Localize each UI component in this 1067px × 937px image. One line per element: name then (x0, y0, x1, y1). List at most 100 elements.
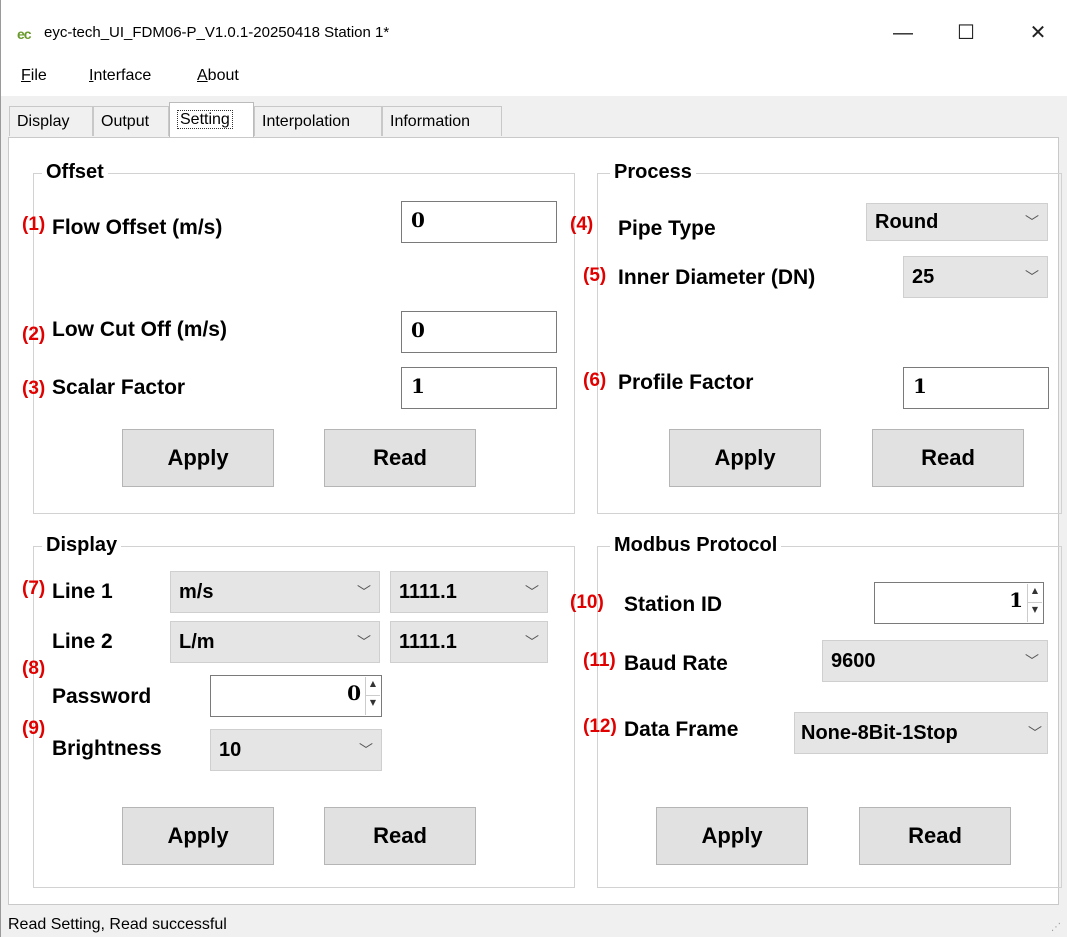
annotation-12: (12) (583, 716, 617, 737)
spin-down-icon[interactable]: ▼ (1028, 603, 1042, 622)
baud-rate-select[interactable]: 9600 ﹀ (822, 640, 1048, 682)
menu-file-label: ile (30, 67, 47, 84)
line1-label: Line 1 (52, 580, 113, 603)
display-read-button[interactable]: Read (324, 807, 476, 865)
password-spinbox[interactable]: 0 ▲ ▼ (210, 675, 382, 717)
pipe-type-label: Pipe Type (618, 217, 716, 240)
annotation-7: (7) (22, 578, 46, 599)
annotation-6: (6) (583, 370, 607, 391)
tab-interpolation[interactable]: Interpolation (254, 106, 382, 136)
menu-file-mnemonic: F (21, 67, 31, 84)
line2-format-value: 1111.1 (399, 631, 457, 653)
annotation-2: (2) (22, 324, 46, 345)
flow-offset-input[interactable]: 0 (401, 201, 557, 243)
line2-label: Line 2 (52, 630, 113, 653)
profile-factor-label: Profile Factor (618, 371, 754, 394)
menu-interface[interactable]: Interface (89, 67, 151, 85)
station-id-spinbox[interactable]: 1 ▲ ▼ (874, 582, 1044, 624)
tab-setting[interactable]: Setting (169, 102, 254, 138)
annotation-5: (5) (583, 265, 607, 286)
chevron-down-icon: ﹀ (525, 634, 539, 650)
annotation-9: (9) (22, 718, 46, 739)
brightness-select[interactable]: 10 ﹀ (210, 729, 382, 771)
status-text: Read Setting, Read successful (8, 916, 227, 933)
flow-offset-label: Flow Offset (m/s) (52, 216, 223, 239)
scalar-factor-label: Scalar Factor (52, 376, 186, 399)
spin-arrows-icon[interactable]: ▲ ▼ (1027, 584, 1042, 622)
scalar-factor-input[interactable]: 1 (401, 367, 557, 409)
menu-interface-label: nterface (93, 67, 152, 84)
resize-grip-icon[interactable]: ⋰ (1051, 922, 1061, 933)
station-id-value: 1 (1009, 588, 1023, 612)
process-read-button[interactable]: Read (872, 429, 1024, 487)
brightness-value: 10 (219, 739, 242, 761)
baud-rate-value: 9600 (831, 650, 876, 672)
password-value: 0 (347, 681, 361, 705)
station-id-label: Station ID (624, 593, 722, 616)
line2-unit-select[interactable]: L/m ﹀ (170, 621, 380, 663)
tab-display[interactable]: Display (9, 106, 93, 136)
chevron-down-icon: ﹀ (1026, 713, 1042, 753)
annotation-1: (1) (22, 214, 46, 235)
modbus-apply-button[interactable]: Apply (656, 807, 808, 865)
menu-file[interactable]: File (21, 67, 47, 85)
display-apply-button[interactable]: Apply (122, 807, 274, 865)
chevron-down-icon: ﹀ (1025, 653, 1039, 669)
pipe-type-value: Round (875, 211, 939, 233)
data-frame-select[interactable]: None-8Bit-1Stop ﹀ (794, 712, 1048, 754)
chevron-down-icon: ﹀ (357, 634, 371, 650)
maximize-icon[interactable]: ☐ (946, 16, 986, 50)
close-icon[interactable]: ✕ (1018, 16, 1058, 50)
low-cut-off-input[interactable]: 0 (401, 311, 557, 353)
annotation-11: (11) (583, 650, 616, 671)
offset-group-title: Offset (42, 161, 108, 184)
spin-up-icon[interactable]: ▲ (366, 677, 380, 696)
profile-factor-input[interactable]: 1 (903, 367, 1049, 409)
menu-bar (0, 60, 1067, 96)
chevron-down-icon: ﹀ (1025, 214, 1039, 230)
window-border (0, 0, 1, 937)
modbus-group-title: Modbus Protocol (610, 534, 782, 557)
tab-output[interactable]: Output (93, 106, 169, 136)
line2-unit-value: L/m (179, 631, 215, 653)
line1-format-select[interactable]: 1111.1 ﹀ (390, 571, 548, 613)
minimize-icon[interactable]: — (883, 16, 923, 50)
spin-up-icon[interactable]: ▲ (1028, 584, 1042, 603)
chevron-down-icon: ﹀ (1025, 269, 1039, 285)
window-title: eyc-tech_UI_FDM06-P_V1.0.1-20250418 Stat… (44, 24, 390, 41)
data-frame-value: None-8Bit-1Stop (801, 722, 958, 744)
line1-format-value: 1111.1 (399, 581, 457, 603)
data-frame-label: Data Frame (624, 718, 739, 741)
spin-arrows-icon[interactable]: ▲ ▼ (365, 677, 380, 715)
line1-unit-select[interactable]: m/s ﹀ (170, 571, 380, 613)
inner-diameter-select[interactable]: 25 ﹀ (903, 256, 1048, 298)
inner-diameter-value: 25 (912, 266, 935, 288)
annotation-4: (4) (570, 214, 594, 235)
baud-rate-label: Baud Rate (624, 652, 728, 675)
chevron-down-icon: ﹀ (525, 584, 539, 600)
tab-setting-label: Setting (177, 110, 233, 129)
menu-about-mnemonic: A (197, 67, 208, 84)
line2-format-select[interactable]: 1111.1 ﹀ (390, 621, 548, 663)
password-label: Password (52, 685, 152, 708)
annotation-3: (3) (22, 378, 46, 399)
menu-about-label: bout (207, 67, 239, 84)
annotation-8: (8) (22, 658, 46, 679)
app-logo-icon: ec (17, 26, 32, 42)
spin-down-icon[interactable]: ▼ (366, 696, 380, 715)
chevron-down-icon: ﹀ (357, 584, 371, 600)
offset-read-button[interactable]: Read (324, 429, 476, 487)
annotation-10: (10) (570, 592, 604, 613)
inner-diameter-label: Inner Diameter (DN) (618, 266, 816, 289)
line1-unit-value: m/s (179, 581, 214, 603)
offset-apply-button[interactable]: Apply (122, 429, 274, 487)
low-cut-off-label: Low Cut Off (m/s) (52, 318, 227, 341)
menu-about[interactable]: About (197, 67, 239, 85)
tab-information[interactable]: Information (382, 106, 502, 136)
process-group-title: Process (610, 161, 696, 184)
modbus-read-button[interactable]: Read (859, 807, 1011, 865)
process-apply-button[interactable]: Apply (669, 429, 821, 487)
display-group-title: Display (42, 534, 122, 557)
chevron-down-icon: ﹀ (359, 742, 373, 758)
pipe-type-select[interactable]: Round ﹀ (866, 203, 1048, 241)
